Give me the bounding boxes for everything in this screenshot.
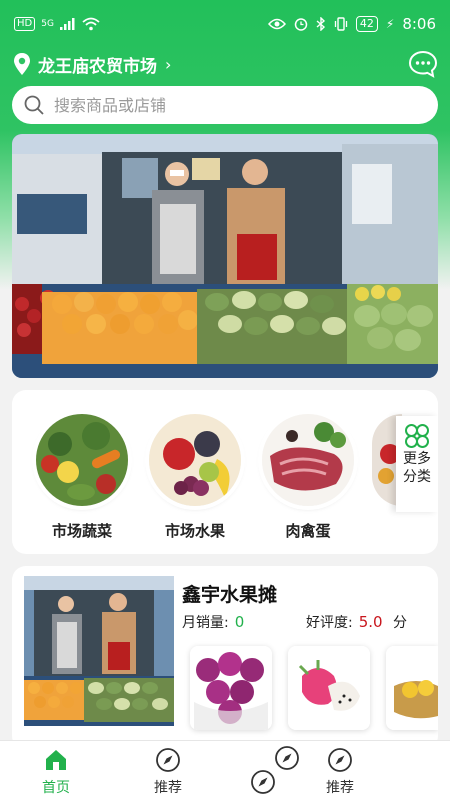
compass-icon <box>156 748 180 772</box>
category-fruits[interactable]: 市场水果 <box>149 414 241 541</box>
search-bar[interactable] <box>12 86 438 124</box>
category-panel: 市场蔬菜 市场水果 肉禽蛋 更多 分类 <box>12 390 438 554</box>
monthly-sales: 月销量: 0 <box>182 612 244 632</box>
signal-icon <box>59 18 75 30</box>
charging-icon: ⚡ <box>385 17 395 31</box>
alarm-icon <box>294 18 308 31</box>
compass-icon <box>251 770 275 794</box>
clock: 8:06 <box>402 15 436 33</box>
category-label: 肉禽蛋 <box>285 522 331 540</box>
vibrate-icon <box>334 17 348 31</box>
category-vegetables[interactable]: 市场蔬菜 <box>36 414 128 541</box>
shop-card[interactable]: 鑫宇水果摊 月销量: 0 好评度: 5.0 分 <box>12 566 438 750</box>
product-thumbnail[interactable] <box>190 646 272 730</box>
meat-image <box>262 414 354 506</box>
more-label-line2: 分类 <box>403 469 431 485</box>
tab-label: 推荐 <box>154 780 182 796</box>
message-bubble-icon[interactable] <box>408 50 438 78</box>
home-icon <box>46 750 66 770</box>
product-thumbnail[interactable] <box>288 646 370 730</box>
location-pin-icon <box>14 53 30 75</box>
category-meat-poultry-eggs[interactable]: 肉禽蛋 <box>262 414 354 541</box>
search-input[interactable] <box>54 95 414 115</box>
tab-recommend-2[interactable]: 推荐 <box>308 747 372 797</box>
fruits-image <box>149 414 241 506</box>
market-stall-illustration <box>12 134 438 378</box>
bluetooth-icon <box>316 17 325 31</box>
hd-badge: HD <box>14 17 36 31</box>
tab-home[interactable]: 首页 <box>24 747 88 797</box>
compass-icon <box>275 746 299 770</box>
rating-value: 5.0 <box>358 613 383 631</box>
clover-grid-icon <box>405 424 429 448</box>
tab-recommend[interactable]: 推荐 <box>136 747 200 797</box>
chevron-right-icon[interactable]: › <box>165 55 171 74</box>
eye-icon <box>267 18 286 30</box>
product-thumbnail[interactable] <box>386 646 438 730</box>
monthly-sales-label: 月销量: <box>182 615 229 631</box>
tab-label: 推荐 <box>326 780 354 796</box>
rating: 好评度: 5.0 分 <box>306 612 407 632</box>
vegetables-image <box>36 414 128 506</box>
compass-icon <box>328 748 352 772</box>
tab-label: 首页 <box>42 780 70 796</box>
more-categories-button[interactable]: 更多 分类 <box>396 416 438 512</box>
location-bar[interactable]: 龙王庙农贸市场 › <box>0 48 450 80</box>
market-banner-image[interactable] <box>12 134 438 378</box>
search-icon <box>24 95 44 115</box>
signal-label: 5G <box>41 19 54 29</box>
rating-label: 好评度: <box>306 615 353 631</box>
more-label-line1: 更多 <box>403 451 431 467</box>
wifi-icon <box>82 17 100 31</box>
battery-indicator: 42 <box>355 16 378 32</box>
category-label: 市场水果 <box>164 522 225 540</box>
market-name[interactable]: 龙王庙农贸市场 <box>38 52 157 77</box>
shop-name[interactable]: 鑫宇水果摊 <box>182 580 277 607</box>
category-label: 市场蔬菜 <box>51 522 112 540</box>
rating-unit: 分 <box>393 615 408 631</box>
monthly-sales-value: 0 <box>234 613 245 631</box>
shop-photo <box>24 576 174 726</box>
bottom-tab-bar: 首页 推荐 推荐 <box>0 740 450 800</box>
status-bar: HD 5G 42 ⚡ 8:06 <box>0 0 450 48</box>
